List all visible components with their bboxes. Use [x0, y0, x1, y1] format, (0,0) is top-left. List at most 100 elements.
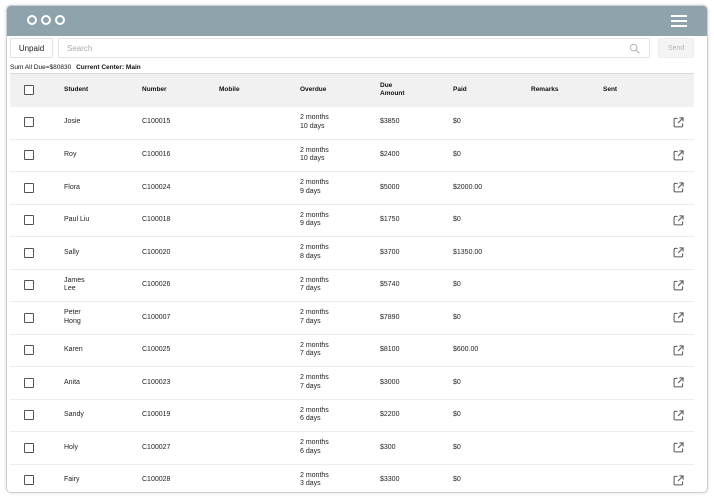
- overdue-days: 6 days: [300, 447, 321, 455]
- action-cell: [659, 204, 694, 237]
- external-link-icon[interactable]: [673, 182, 684, 193]
- remarks-cell: [531, 172, 603, 205]
- header-mobile[interactable]: Mobile: [219, 74, 300, 107]
- overdue-days: 8 days: [300, 252, 321, 260]
- table-row[interactable]: Paul Liu C100018 2 months 9 days $1750 $0: [10, 204, 694, 237]
- number-cell: C100016: [142, 151, 171, 158]
- external-link-icon[interactable]: [673, 377, 684, 388]
- overdue-cell: 2 months 8 days: [300, 237, 380, 270]
- student-cell: Fairy: [64, 464, 142, 493]
- table-row[interactable]: Roy C100016 2 months 10 days $2400 $0: [10, 139, 694, 172]
- external-link-icon[interactable]: [673, 442, 684, 453]
- overdue-days: 7 days: [300, 350, 321, 358]
- external-link-icon[interactable]: [673, 215, 684, 226]
- row-checkbox[interactable]: [24, 442, 34, 453]
- select-all-checkbox[interactable]: [24, 85, 34, 96]
- row-checkbox[interactable]: [24, 247, 34, 258]
- external-link-icon[interactable]: [673, 410, 684, 421]
- paid-cell: $0: [453, 443, 461, 451]
- table-row[interactable]: Anita C100023 2 months 7 days $3000 $0: [10, 367, 694, 400]
- row-checkbox[interactable]: [24, 117, 34, 128]
- window-dot-icon[interactable]: [41, 15, 51, 25]
- remarks-cell: [531, 399, 603, 432]
- header-due-amount[interactable]: Due Amount: [380, 74, 453, 107]
- student-name-line1: Holy: [64, 443, 79, 451]
- table-row[interactable]: Holy C100027 2 months 6 days $300 $0: [10, 432, 694, 464]
- table-row[interactable]: Peter Hong C100007 2 months 7 days $7890 $…: [10, 302, 694, 335]
- number-cell: C100028: [142, 476, 171, 483]
- table-row[interactable]: Josie C100015 2 months 10 days $3850 $0: [10, 107, 694, 140]
- row-select-cell: [10, 107, 64, 140]
- row-checkbox[interactable]: [24, 150, 34, 161]
- table-row[interactable]: Sally C100020 2 months 8 days $3700 $1350…: [10, 237, 694, 270]
- table-row[interactable]: Fairy C100028 2 months 3 days $3300 $0: [10, 464, 694, 493]
- header-due-line2: Amount: [380, 90, 405, 98]
- due-amount-cell: $1750: [380, 216, 400, 223]
- due-amount-cell: $3000: [380, 378, 400, 386]
- remarks-cell: [531, 204, 603, 237]
- search-input[interactable]: [59, 39, 619, 57]
- overdue-cell: 2 months 10 days: [300, 139, 380, 172]
- select-all-cell: [10, 74, 64, 107]
- search-box: [58, 38, 650, 58]
- external-link-icon[interactable]: [673, 150, 684, 161]
- student-cell: James Lee: [64, 269, 142, 302]
- paid-cell: $0: [453, 476, 461, 483]
- header-sent[interactable]: Sent: [603, 74, 659, 107]
- row-select-cell: [10, 399, 64, 432]
- mobile-cell: [219, 139, 300, 172]
- title-bar: [7, 6, 707, 36]
- due-amount-cell: $2400: [380, 151, 400, 158]
- mobile-cell: [219, 302, 300, 335]
- header-paid[interactable]: Paid: [453, 74, 531, 107]
- row-checkbox[interactable]: [24, 182, 34, 193]
- paid-cell: $600.00: [453, 346, 479, 353]
- external-link-icon[interactable]: [673, 117, 684, 128]
- due-amount-cell: $300: [380, 443, 396, 451]
- header-remarks[interactable]: Remarks: [531, 74, 603, 107]
- table-row[interactable]: Karen C100025 2 months 7 days $8100 $600.…: [10, 334, 694, 367]
- search-icon[interactable]: [629, 43, 640, 54]
- row-checkbox[interactable]: [24, 345, 34, 356]
- number-cell: C100020: [142, 248, 171, 256]
- external-link-icon[interactable]: [673, 280, 684, 291]
- header-student[interactable]: Student: [64, 74, 142, 107]
- row-checkbox[interactable]: [24, 280, 34, 291]
- table-row[interactable]: Sandy C100019 2 months 6 days $2200 $0: [10, 399, 694, 432]
- student-name-line1: James: [64, 276, 85, 284]
- row-checkbox[interactable]: [24, 377, 34, 388]
- header-overdue[interactable]: Overdue: [300, 74, 380, 107]
- action-cell: [659, 464, 694, 493]
- external-link-icon[interactable]: [673, 475, 684, 486]
- external-link-icon[interactable]: [673, 312, 684, 323]
- paid-cell: $0: [453, 118, 461, 126]
- row-checkbox[interactable]: [24, 475, 34, 486]
- students-table-container: Student Number Mobile Overdue Due Amount …: [10, 73, 694, 493]
- row-checkbox[interactable]: [24, 215, 34, 226]
- hamburger-menu-icon[interactable]: [671, 15, 687, 27]
- student-cell: Sally: [64, 237, 142, 270]
- overdue-cell: 2 months 10 days: [300, 107, 380, 140]
- remarks-cell: [531, 269, 603, 302]
- student-cell: Anita: [64, 367, 142, 400]
- header-number[interactable]: Number: [142, 74, 219, 107]
- table-row[interactable]: James Lee C100026 2 months 7 days $5740 $0: [10, 269, 694, 302]
- row-checkbox[interactable]: [24, 312, 34, 323]
- window-dot-icon[interactable]: [27, 15, 37, 25]
- action-cell: [659, 269, 694, 302]
- overdue-cell: 2 months 3 days: [300, 464, 380, 493]
- student-cell: Roy: [64, 139, 142, 172]
- row-checkbox[interactable]: [24, 410, 34, 421]
- current-center: Current Center: Main: [76, 64, 141, 71]
- number-cell: C100027: [142, 443, 171, 451]
- send-button[interactable]: Send: [658, 38, 694, 58]
- external-link-icon[interactable]: [673, 247, 684, 258]
- unpaid-filter-button[interactable]: Unpaid: [10, 38, 53, 58]
- external-link-icon[interactable]: [673, 345, 684, 356]
- table-row[interactable]: Flora C100024 2 months 9 days $5000 $2000…: [10, 172, 694, 205]
- window-dot-icon[interactable]: [55, 15, 65, 25]
- student-cell: Peter Hong: [64, 302, 142, 335]
- number-cell: C100007: [142, 313, 171, 321]
- mobile-cell: [219, 464, 300, 493]
- number-cell: C100015: [142, 118, 171, 126]
